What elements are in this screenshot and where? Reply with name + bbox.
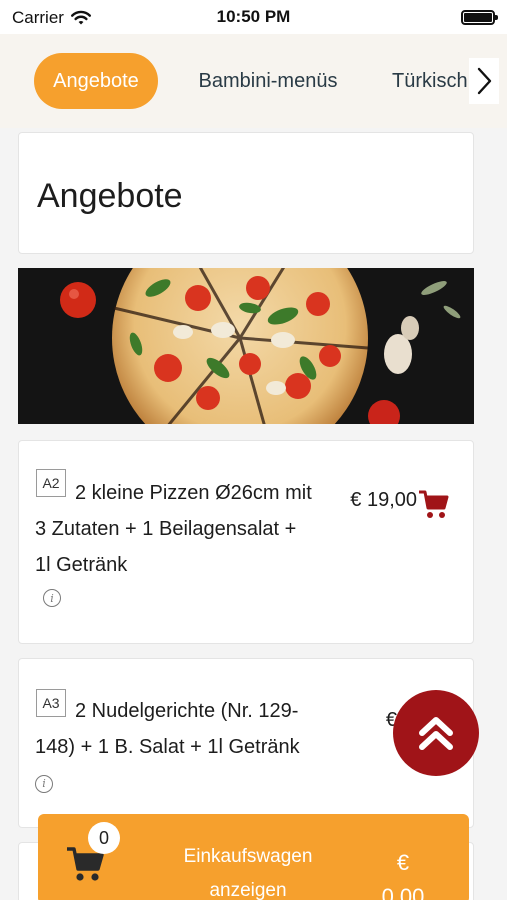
item-title: 2 Nudelgerichte (Nr. 129-148) + 1 B. Sal… bbox=[35, 693, 315, 801]
view-cart-bar[interactable]: 0 Einkaufswagen anzeigen € 0,00 bbox=[38, 814, 469, 900]
item-title-text: 2 Nudelgerichte (Nr. 129-148) + 1 B. Sal… bbox=[35, 700, 300, 758]
menu-item-a2[interactable]: A2 2 kleine Pizzen Ø26cm mit 3 Zutaten +… bbox=[18, 440, 474, 644]
tab-angebote[interactable]: Angebote bbox=[34, 53, 158, 109]
section-heading-card: Angebote bbox=[18, 132, 474, 254]
info-icon[interactable]: i bbox=[35, 774, 53, 793]
section-title: Angebote bbox=[37, 177, 183, 215]
cart-total-value: 0,00 bbox=[381, 884, 425, 900]
scroll-to-top-button[interactable] bbox=[393, 690, 479, 776]
pizza-banner-image bbox=[18, 268, 474, 424]
tabs-next-button[interactable] bbox=[469, 58, 499, 104]
battery-icon bbox=[461, 10, 498, 25]
tab-bambini-menus[interactable]: Bambini-menüs bbox=[188, 53, 348, 109]
double-chevron-up-icon bbox=[419, 717, 453, 750]
cart-currency: € bbox=[396, 850, 410, 875]
category-tabs: Angebote Bambini-menüs Türkisch bbox=[0, 34, 507, 128]
cart-total: € 0,00 bbox=[373, 846, 433, 900]
status-bar: Carrier 10:50 PM bbox=[0, 0, 507, 34]
cart-count-badge: 0 bbox=[88, 822, 120, 854]
cart-label: Einkaufswagen anzeigen bbox=[183, 846, 313, 900]
pizza-illustration bbox=[18, 268, 474, 424]
item-price: € 19,00 bbox=[350, 489, 417, 511]
info-icon[interactable]: i bbox=[43, 589, 61, 607]
clock: 10:50 PM bbox=[216, 7, 291, 26]
add-to-cart-icon[interactable] bbox=[417, 487, 451, 521]
chevron-right-icon bbox=[477, 67, 492, 95]
item-title: 2 kleine Pizzen Ø26cm mit 3 Zutaten + 1 … bbox=[35, 482, 312, 576]
